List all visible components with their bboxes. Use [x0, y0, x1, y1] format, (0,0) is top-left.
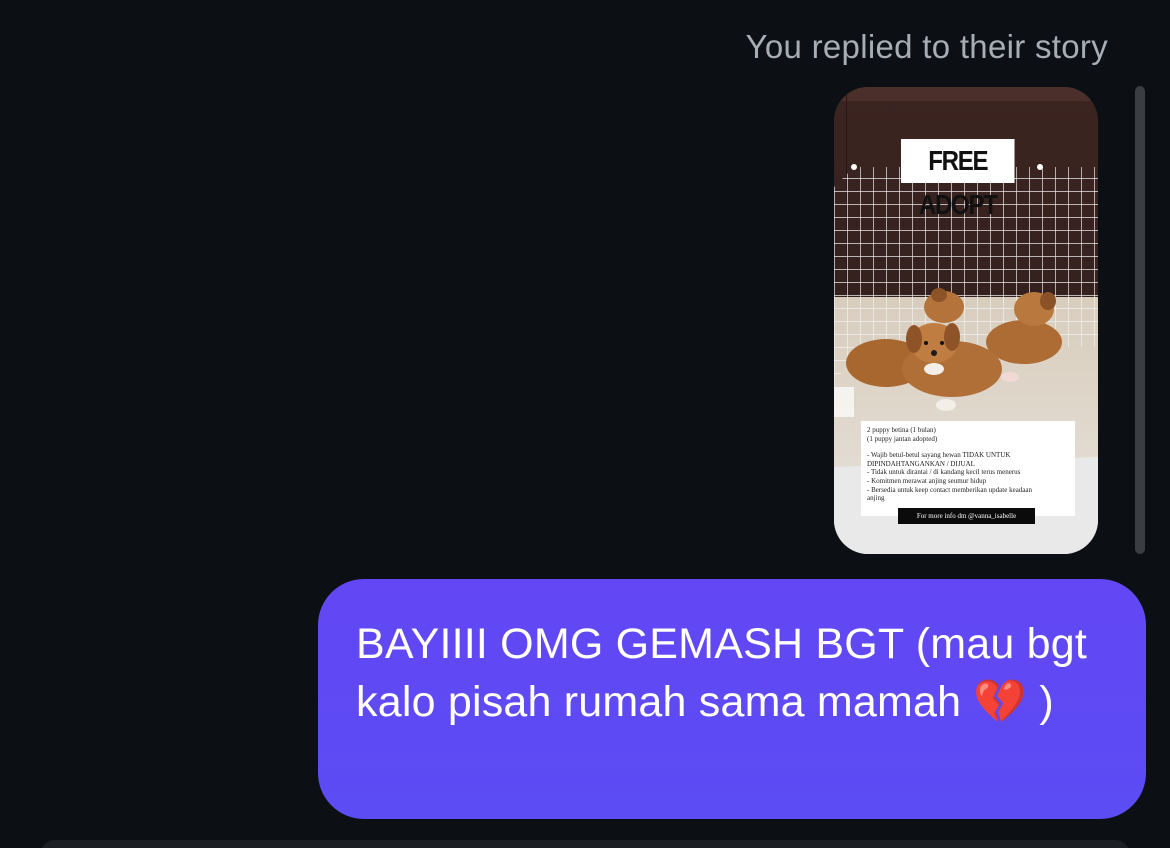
- scrollbar[interactable]: [1135, 86, 1145, 554]
- message-composer[interactable]: [40, 840, 1130, 848]
- story-detail-line: - Tidak untuk dirantai / di kandang keci…: [867, 468, 1021, 477]
- story-preview[interactable]: FREE ADOPT 2 puppy betina (1 bulan) (1 p…: [834, 87, 1098, 554]
- story-detail-line: anjing: [867, 494, 885, 503]
- story-detail-line: (1 puppy jantan adopted): [867, 434, 938, 443]
- story-detail-line: - Wajib betul-betul sayang hewan TIDAK U…: [867, 451, 1011, 460]
- message-text: BAYIIII OMG GEMASH BGT (mau bgt kalo pis…: [356, 620, 1088, 726]
- story-detail-line: DIPINDAHTANGANKAN / DIJUAL: [867, 459, 975, 468]
- story-detail-gap: [867, 443, 1069, 451]
- story-detail-line: - Bersedia untuk keep contact memberikan…: [867, 485, 1033, 494]
- story-info-card: 2 puppy betina (1 bulan) (1 puppy jantan…: [861, 421, 1075, 516]
- sent-message-bubble[interactable]: BAYIIII OMG GEMASH BGT (mau bgt kalo pis…: [318, 579, 1146, 819]
- story-headline: FREE ADOPT: [901, 139, 1015, 220]
- story-contact-label: For more info dm @vanna_isabelle: [898, 508, 1035, 524]
- story-reply-caption: You replied to their story: [745, 28, 1108, 65]
- story-detail-line: 2 puppy betina (1 bulan): [867, 426, 936, 434]
- story-detail-line: - Komitmen merawat anjing seumur hidup: [867, 476, 987, 485]
- dm-thread: You replied to their story FREE ADOPT 2 …: [0, 0, 1170, 848]
